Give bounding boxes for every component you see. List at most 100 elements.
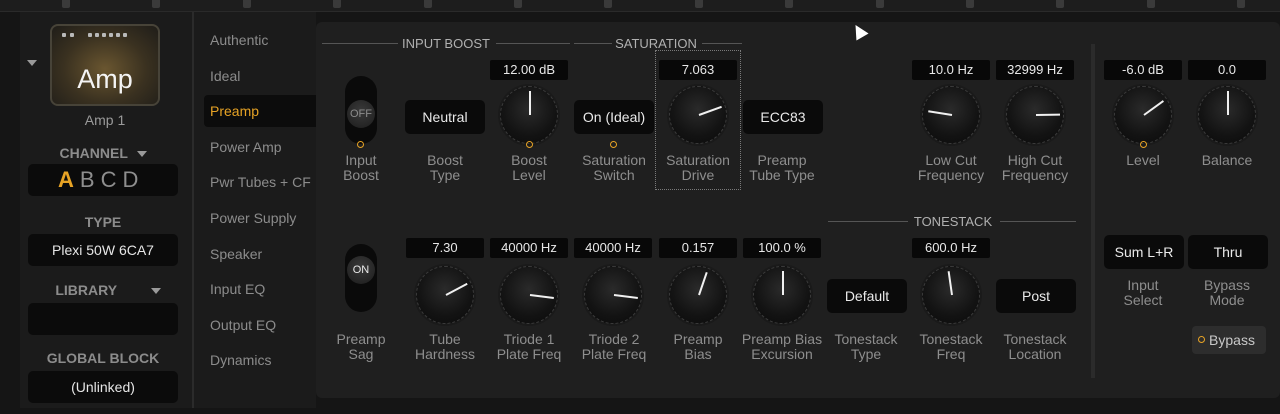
tonestack-title: TONESTACK [913, 214, 993, 229]
nav-item-dynamics[interactable]: Dynamics [206, 344, 314, 376]
type-heading: TYPE [84, 214, 122, 230]
preamp-bias-value[interactable]: 0.157 [659, 238, 737, 258]
level-knob[interactable] [1114, 86, 1172, 144]
input-boost-led [357, 141, 364, 148]
input-boost-toggle-cap: OFF [347, 100, 375, 128]
nav-item-input-eq[interactable]: Input EQ [206, 273, 314, 305]
strip-notch [514, 0, 522, 8]
library-heading-label: LIBRARY [55, 282, 117, 298]
channel-a[interactable]: A [58, 164, 80, 196]
channel-selector: ABCD [28, 164, 178, 196]
input-select-button[interactable]: Sum L+R [1104, 235, 1184, 269]
saturation-switch-button[interactable]: On (Ideal) [574, 100, 654, 134]
saturation-title: SATURATION [615, 36, 697, 51]
preamp-bias-knob[interactable] [669, 266, 727, 324]
tonestack-location-button[interactable]: Post [996, 279, 1076, 313]
saturation-drive-knob[interactable] [669, 86, 727, 144]
channel-d[interactable]: D [122, 164, 144, 196]
input-boost-title: INPUT BOOST [402, 36, 490, 51]
chevron-down-icon [150, 288, 161, 295]
strip-notch [875, 0, 884, 8]
library-heading[interactable]: LIBRARY [28, 282, 178, 298]
tube-hardness-knob[interactable] [416, 266, 474, 324]
amp-block-tile[interactable]: Amp [50, 24, 160, 106]
nav-item-authentic[interactable]: Authentic [206, 24, 314, 56]
bypass-button[interactable]: Bypass [1192, 326, 1266, 354]
chevron-down-icon [136, 151, 147, 158]
nav-item-power-supply[interactable]: Power Supply [206, 202, 314, 234]
saturation-switch-led [610, 141, 617, 148]
level-value[interactable]: -6.0 dB [1104, 60, 1182, 80]
channel-heading[interactable]: CHANNEL [28, 145, 178, 161]
balance-knob[interactable] [1198, 86, 1256, 144]
tonestack-group-header: TONESTACK [828, 214, 1076, 229]
preamp-tube-type-label: Preamp Tube Type [749, 152, 815, 183]
strip-notch [1237, 0, 1246, 8]
top-strip [0, 0, 1280, 12]
high-cut-value[interactable]: 32999 Hz [996, 60, 1074, 80]
preamp-sag-toggle-cap: ON [347, 256, 375, 284]
preamp-sag-toggle[interactable]: ON [345, 244, 377, 312]
strip-notch [966, 0, 974, 8]
tonestack-type-button[interactable]: Default [827, 279, 907, 313]
triode1-plate-freq-value[interactable]: 40000 Hz [490, 238, 568, 258]
nav-item-pwr-tubes-cf[interactable]: Pwr Tubes + CF [206, 166, 314, 198]
amp-tile-label: Amp [77, 64, 133, 94]
high-cut-label: High Cut Frequency [1001, 152, 1069, 183]
boost-level-knob[interactable] [500, 86, 558, 144]
input-boost-group-header: INPUT BOOST [322, 36, 570, 51]
preamp-bias-excursion-knob[interactable] [753, 266, 811, 324]
tonestack-freq-knob[interactable] [922, 266, 980, 324]
strip-notch [1056, 0, 1065, 8]
output-divider [1091, 44, 1095, 378]
channel-heading-label: CHANNEL [59, 145, 128, 161]
strip-notch [333, 0, 342, 8]
amp-name: Amp 1 [84, 112, 126, 128]
strip-notch [62, 0, 70, 8]
nav-item-power-amp[interactable]: Power Amp [206, 131, 314, 163]
tonestack-freq-value[interactable]: 600.0 Hz [912, 238, 990, 258]
channel-c[interactable]: C [101, 164, 123, 196]
collapse-arrow-icon[interactable] [27, 60, 37, 66]
saturation-drive-value[interactable]: 7.063 [659, 60, 737, 80]
bypass-button-label: Bypass [1209, 332, 1255, 348]
nav-item-output-eq[interactable]: Output EQ [206, 309, 314, 341]
bypass-mode-button[interactable]: Thru [1188, 235, 1268, 269]
nav-item-preamp[interactable]: Preamp [204, 95, 316, 128]
channel-b[interactable]: B [80, 164, 101, 196]
saturation-group-header: SATURATION [574, 36, 742, 51]
preamp-tube-type-button[interactable]: ECC83 [743, 100, 823, 134]
tile-dots-icon [62, 33, 148, 38]
bypass-mode-label: Bypass Mode [1204, 277, 1250, 308]
preamp-bias-excursion-value[interactable]: 100.0 % [743, 238, 821, 258]
global-block-select[interactable]: (Unlinked) [28, 371, 178, 403]
triode1-plate-freq-knob[interactable] [500, 266, 558, 324]
global-block-heading: GLOBAL BLOCK [46, 350, 160, 366]
level-led [1140, 141, 1147, 148]
strip-notch [242, 0, 251, 8]
boost-level-value[interactable]: 12.00 dB [490, 60, 568, 80]
tonestack-location-label: Tonestack Location [1003, 331, 1067, 362]
strip-notch [694, 0, 703, 8]
library-field[interactable] [28, 303, 178, 335]
nav-item-speaker[interactable]: Speaker [206, 238, 314, 270]
low-cut-value[interactable]: 10.0 Hz [912, 60, 990, 80]
triode2-plate-freq-value[interactable]: 40000 Hz [574, 238, 652, 258]
boost-level-led [526, 141, 533, 148]
balance-label: Balance [1201, 152, 1253, 168]
balance-value[interactable]: 0.0 [1188, 60, 1266, 80]
triode2-plate-freq-knob[interactable] [584, 266, 642, 324]
strip-notch [423, 0, 432, 8]
low-cut-knob[interactable] [922, 86, 980, 144]
high-cut-knob[interactable] [1006, 86, 1064, 144]
strip-notch [785, 0, 794, 8]
nav-item-ideal[interactable]: Ideal [206, 60, 314, 92]
strip-notch [1146, 0, 1155, 8]
strip-notch [604, 0, 613, 8]
type-select[interactable]: Plexi 50W 6CA7 [28, 234, 178, 266]
boost-type-button[interactable]: Neutral [405, 100, 485, 134]
tube-hardness-value[interactable]: 7.30 [406, 238, 484, 258]
bypass-led [1198, 336, 1205, 343]
input-boost-toggle[interactable]: OFF [345, 76, 377, 144]
strip-notch [152, 0, 161, 8]
